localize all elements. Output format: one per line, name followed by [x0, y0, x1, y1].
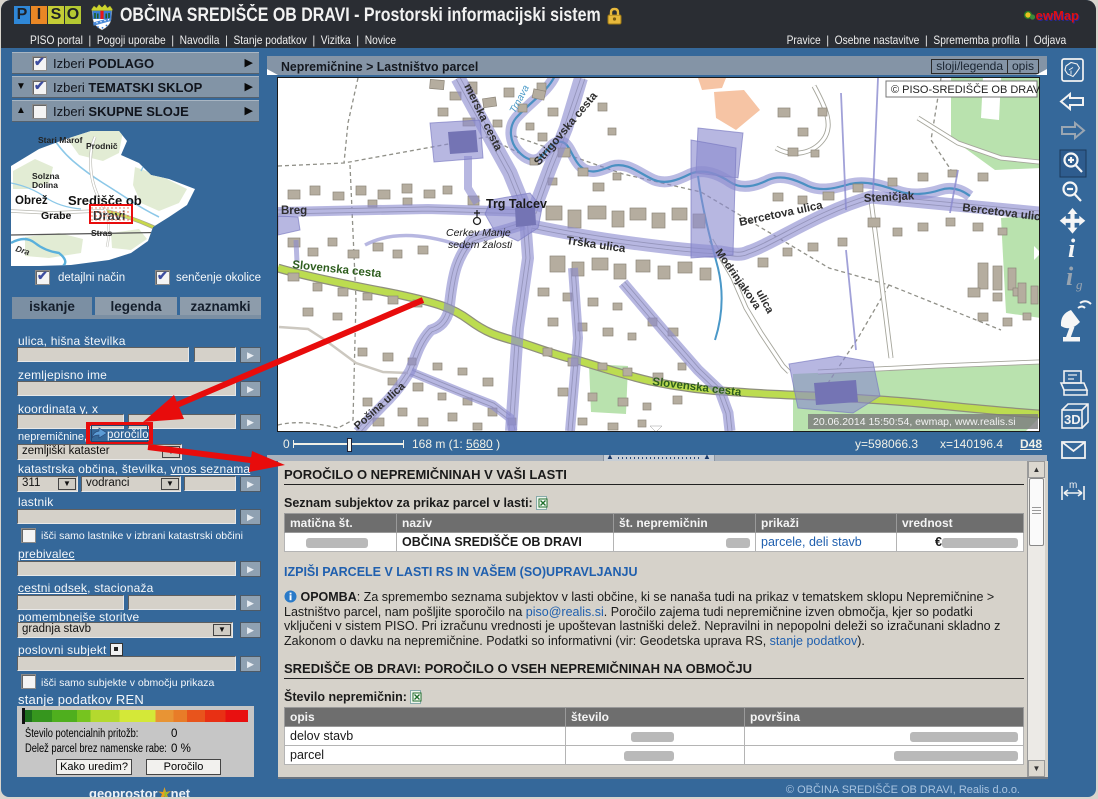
- svg-text:20.06.2014 15:50:54, ewmap, ww: 20.06.2014 15:50:54, ewmap, www.realis.s…: [813, 416, 1016, 428]
- svg-text:m: m: [1069, 480, 1077, 491]
- svg-text:Prodnič: Prodnič: [86, 141, 118, 151]
- svg-text:Cerkev Manje: Cerkev Manje: [446, 227, 511, 239]
- svg-text:i: i: [1068, 234, 1076, 263]
- svg-text:Grabe: Grabe: [41, 210, 72, 222]
- svg-text:© PISO-SREDIŠČE OB DRAVI: © PISO-SREDIŠČE OB DRAVI: [891, 83, 1039, 96]
- svg-text:Trg Talcev: Trg Talcev: [486, 197, 547, 211]
- svg-text:Stras: Stras: [91, 228, 113, 238]
- svg-text:i: i: [1066, 262, 1074, 291]
- svg-text:Dolina: Dolina: [32, 180, 58, 190]
- svg-text:sedem žalosti: sedem žalosti: [448, 239, 513, 251]
- svg-text:Obrež: Obrež: [15, 195, 48, 207]
- svg-text:Stari Marof: Stari Marof: [38, 135, 83, 145]
- svg-text:g: g: [1076, 277, 1083, 292]
- svg-text:Breg: Breg: [281, 205, 307, 217]
- svg-text:3D: 3D: [1064, 412, 1081, 427]
